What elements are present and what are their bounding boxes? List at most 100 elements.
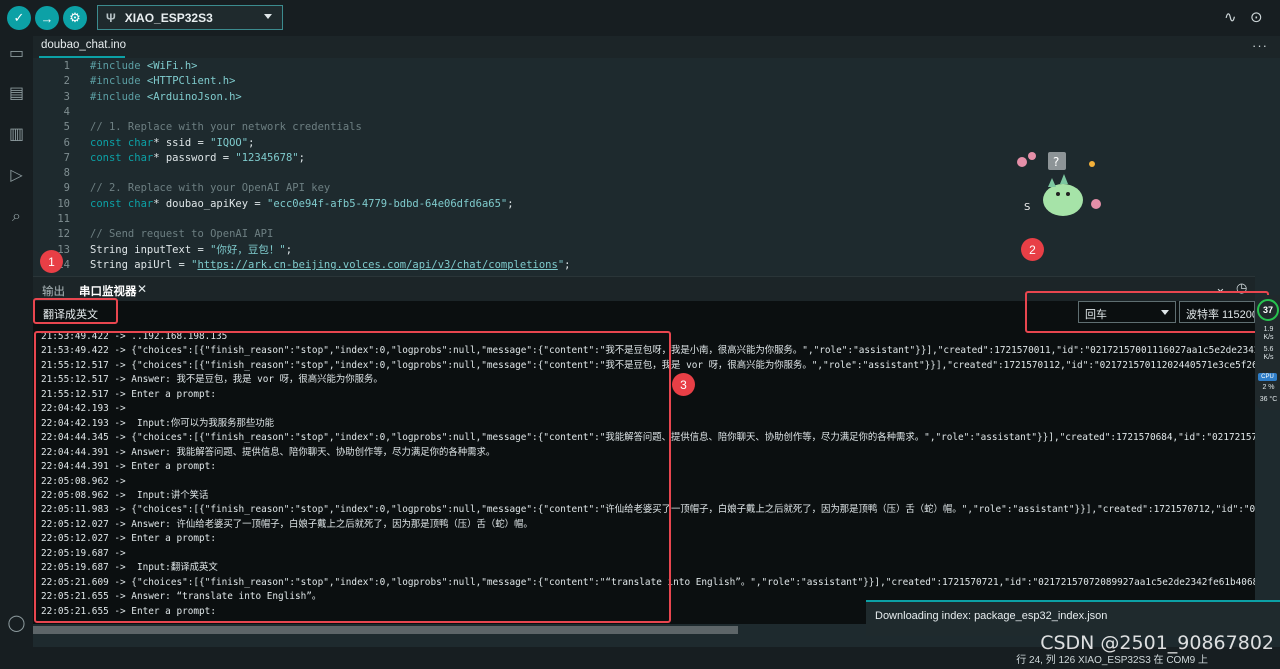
download-toast: Downloading index: package_esp32_index.j… [866, 600, 1280, 636]
code-token: ; [248, 136, 255, 149]
line-ending-value: 回车 [1085, 309, 1107, 321]
serial-line: 22:04:44.345 -> {"choices":[{"finish_rea… [41, 432, 1255, 444]
serial-line: 22:05:19.687 -> Input:翻译成英文 [41, 562, 218, 574]
debug-icon: ⚙ [69, 10, 81, 25]
debug-sidebar-icon[interactable]: ▷ [6, 166, 27, 186]
code-token: const char [90, 151, 154, 164]
chevron-down-icon [264, 14, 272, 19]
serial-line: 22:05:21.655 -> Enter a prompt: [41, 605, 216, 617]
folder-icon[interactable]: ▭ [6, 44, 27, 64]
code-token: ; [564, 258, 571, 271]
serial-output[interactable]: 21:53:49.422 -> ..192.168.198.135 21:53:4… [33, 324, 1255, 624]
more-icon[interactable]: ··· [1252, 38, 1268, 53]
line-number: 5 [63, 121, 70, 134]
board-manager-icon[interactable]: ▤ [6, 84, 27, 104]
collapse-panel-icon[interactable]: ⌄ [1215, 280, 1226, 296]
line-number: 1 [63, 60, 70, 72]
callout-badge-1: 1 [40, 250, 63, 273]
line-number: 9 [63, 182, 70, 195]
serial-line: 22:05:11.983 -> {"choices":[{"finish_rea… [41, 504, 1255, 516]
line-number: 7 [63, 151, 70, 164]
baud-rate-select[interactable]: 波特率 115200 [1179, 301, 1255, 323]
code-token: "ecc0e94f-afb5-4779-bdbd-64e06dfd6a65" [267, 197, 508, 210]
code-token: const char [90, 197, 154, 210]
serial-line: 21:55:12.517 -> {"choices":[{"finish_rea… [41, 359, 1255, 371]
tab-serial-monitor[interactable]: 串口监视器 [79, 283, 137, 299]
line-number: 3 [63, 90, 70, 103]
serial-monitor-icon[interactable]: ⊙ [1250, 8, 1263, 26]
code-line: 3 #include <ArduinoJson.h> [33, 90, 242, 105]
code-line: 2 #include <HTTPClient.h> [33, 74, 236, 89]
serial-plotter-icon[interactable]: ∿ [1224, 8, 1237, 26]
serial-line: 22:05:08.962 -> [41, 475, 126, 487]
serial-line: 22:04:44.391 -> Enter a prompt: [41, 461, 216, 473]
code-token: * password = [153, 151, 236, 164]
code-token: #include [90, 60, 147, 72]
upload-button[interactable]: → [35, 6, 59, 30]
message-input[interactable]: 翻译成英文 [43, 306, 98, 322]
editor-tabbar: doubao_chat.ino ··· [33, 36, 1280, 58]
code-token: #include [90, 75, 147, 88]
code-line: 9 // 2. Replace with your OpenAI API key [33, 181, 331, 196]
code-token: <ArduinoJson.h> [146, 90, 242, 103]
verify-button[interactable]: ✓ [7, 6, 31, 30]
line-number: 8 [63, 167, 70, 180]
library-icon[interactable]: ▥ [6, 125, 27, 145]
cpu-percent: 2 % [1262, 384, 1275, 391]
line-number: 2 [63, 75, 70, 88]
timestamp-icon[interactable]: ◷ [1236, 280, 1247, 296]
serial-line: 22:04:44.391 -> Answer: 我能解答问题、提供信息、陪你聊天… [41, 446, 496, 458]
panel-tabs: 输出 串口监视器 ✕ [33, 276, 1255, 301]
search-icon[interactable]: ⌕ [6, 207, 27, 227]
line-number: 12 [57, 228, 70, 241]
serial-line: 22:05:19.687 -> [41, 547, 126, 559]
code-token: String apiUrl = [90, 258, 192, 271]
chevron-down-icon [1161, 310, 1169, 315]
serial-line: 22:04:42.193 -> [41, 403, 126, 415]
toolbar: ✓ → ⚙ Ψ XIAO_ESP32S3 ∿ ⊙ [0, 0, 1280, 36]
serial-line: 21:53:49.422 -> {"choices":[{"finish_rea… [41, 345, 1255, 357]
code-token: "12345678" [235, 151, 299, 164]
code-token: "IQOO" [210, 136, 249, 149]
system-monitor-widget: 37 1.9 K/s 5.6 K/s CPU 2 % 36 °C [1255, 295, 1280, 410]
board-name: XIAO_ESP32S3 [124, 10, 213, 25]
account-icon[interactable]: ◯ [6, 614, 27, 634]
code-line: 6 const char* ssid = "IQOO"; [33, 136, 255, 151]
tab-output[interactable]: 输出 [42, 283, 65, 299]
watermark: CSDN @2501_90867802 [1040, 632, 1274, 654]
cpu-temp: 36 °C [1259, 396, 1278, 403]
serial-line: 22:05:12.027 -> Enter a prompt: [41, 533, 216, 545]
serial-line: 22:05:21.655 -> Answer: “translate into … [41, 591, 322, 603]
code-token: <WiFi.h> [146, 60, 198, 72]
code-line: 12 // Send request to OpenAI API [33, 227, 273, 242]
code-line: 1 #include <WiFi.h> [33, 59, 198, 74]
sidebar: ▭ ▤ ▥ ▷ ⌕ ◯ [0, 36, 33, 669]
line-number: 11 [57, 213, 70, 225]
usb-icon: Ψ [106, 10, 116, 25]
arrow-right-icon: → [40, 10, 54, 26]
serial-line: 22:05:08.962 -> Input:讲个笑话 [41, 489, 209, 501]
line-ending-select[interactable]: 回车 [1078, 301, 1176, 323]
code-line: 10 const char* doubao_apiKey = "ecc0e94f-… [33, 197, 513, 212]
file-tab[interactable]: doubao_chat.ino [41, 39, 126, 51]
code-line: 14 String apiUrl = "https://ark.cn-beijin… [33, 258, 570, 273]
toast-text: Downloading index: package_esp32_index.j… [875, 610, 1108, 622]
debug-button[interactable]: ⚙ [63, 6, 87, 30]
code-token: // Send request to OpenAI API [90, 228, 274, 241]
code-line: 13 String inputText = "你好，豆包！"; [33, 243, 292, 258]
code-token: <HTTPClient.h> [146, 75, 236, 88]
callout-badge-2: 2 [1021, 238, 1044, 261]
net-down: 5.6 K/s [1263, 346, 1274, 361]
serial-line: 22:04:42.193 -> Input:你可以为我服务那些功能 [41, 417, 274, 429]
code-token: // 2. Replace with your OpenAI API key [90, 182, 331, 195]
serial-line: 22:05:12.027 -> Answer: 许仙给老婆买了一顶帽子，白娘子戴… [41, 518, 533, 530]
code-token: const char [90, 136, 154, 149]
board-selector[interactable]: Ψ XIAO_ESP32S3 [97, 5, 283, 30]
serial-input-row: 翻译成英文 [33, 301, 1255, 324]
net-up: 1.9 K/s [1263, 326, 1274, 341]
cpu-label: CPU [1258, 373, 1277, 381]
line-number: 4 [63, 105, 70, 118]
code-token: #include [90, 90, 147, 103]
close-icon[interactable]: ✕ [137, 282, 147, 296]
horizontal-scrollbar[interactable] [33, 626, 738, 634]
